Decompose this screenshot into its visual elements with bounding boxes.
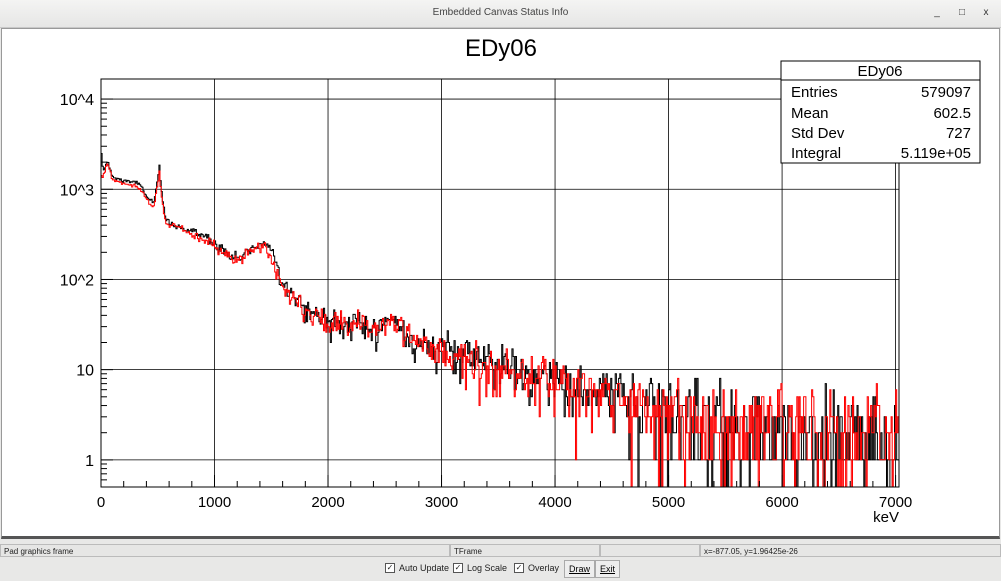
x-tick-label: 2000 (311, 494, 344, 511)
stats-value-entries: 579097 (921, 84, 971, 101)
log-scale-label: Log Scale (467, 563, 508, 573)
stats-value-stddev: 727 (946, 125, 971, 142)
status-object-info: Pad graphics frame (0, 544, 450, 557)
checkbox-log-scale-box[interactable]: ✓ (453, 563, 463, 573)
series-red-histogram (101, 163, 899, 488)
status-coordinates: x=-877.05, y=1.96425e-26 (700, 544, 1001, 557)
status-field-empty (600, 544, 700, 557)
x-axis-label: keV (873, 509, 899, 526)
x-tick-label: 1000 (198, 494, 231, 511)
x-tick-label: 4000 (538, 494, 571, 511)
close-button[interactable]: x (979, 7, 993, 18)
overlay-label: Overlay (528, 563, 560, 573)
x-tick-label: 3000 (425, 494, 458, 511)
stats-label-entries: Entries (791, 84, 838, 101)
chart-title: EDy06 (465, 35, 537, 62)
stats-label-mean: Mean (791, 105, 829, 122)
embedded-canvas[interactable]: EDy06 0 1000 2000 3000 4000 5000 6000 7000 10^4 1… (1, 28, 1000, 539)
y-tick-label: 10^4 (60, 92, 94, 109)
stats-box: EDy06 Entries 579097 Mean 602.5 Std Dev … (780, 60, 981, 164)
draw-button[interactable]: Draw (564, 560, 596, 578)
exit-button[interactable]: Exit (595, 560, 621, 578)
overlay-checkbox[interactable]: ✓ Overlay (514, 563, 559, 573)
y-tick-label: 10 (76, 363, 94, 380)
y-tick-label: 1 (85, 453, 94, 470)
minimize-button[interactable]: _ (930, 7, 944, 18)
auto-update-checkbox[interactable]: ✓ Auto Update (385, 563, 449, 573)
maximize-button[interactable]: □ (955, 7, 969, 18)
x-tick-label: 0 (97, 494, 105, 511)
series-black-histogram (101, 153, 899, 488)
log-scale-checkbox[interactable]: ✓ Log Scale (453, 563, 507, 573)
auto-update-label: Auto Update (399, 563, 450, 573)
stats-label-stddev: Std Dev (791, 125, 845, 142)
checkbox-overlay-box[interactable]: ✓ (514, 563, 524, 573)
y-tick-label: 10^2 (60, 272, 94, 289)
stats-label-integral: Integral (791, 145, 841, 162)
series-group (101, 153, 899, 488)
histogram-plot[interactable]: EDy06 0 1000 2000 3000 4000 5000 6000 700010^41… (2, 29, 999, 536)
control-bar: ✓ Auto Update ✓ Log Scale ✓ Overlay Draw Ex… (0, 559, 1001, 579)
status-object-class: TFrame (450, 544, 600, 557)
x-tick-label: 5000 (652, 494, 685, 511)
stats-value-integral: 5.119e+05 (901, 145, 971, 162)
window-titlebar: Embedded Canvas Status Info _ □ x (0, 0, 1001, 28)
y-tick-label: 10^3 (60, 182, 94, 199)
checkbox-auto-update-box[interactable]: ✓ (385, 563, 395, 573)
x-tick-label: 6000 (765, 494, 798, 511)
stats-title: EDy06 (857, 63, 902, 80)
window-title: Embedded Canvas Status Info (432, 7, 569, 18)
stats-value-mean: 602.5 (933, 105, 971, 122)
